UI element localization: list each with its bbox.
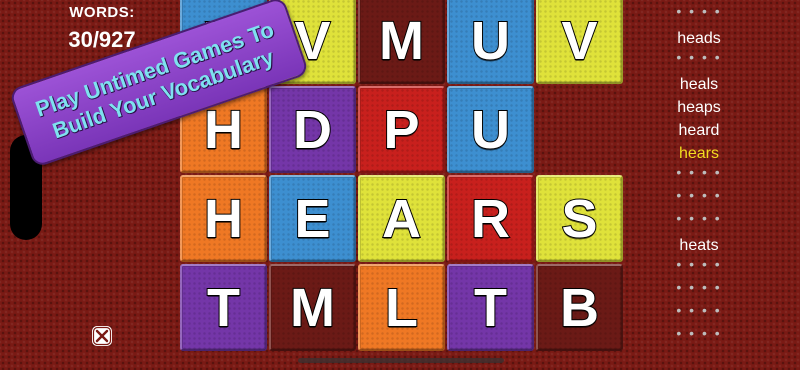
letter-tile[interactable]: H bbox=[180, 175, 267, 262]
letter-tile[interactable]: E bbox=[269, 175, 356, 262]
tile-letter: T bbox=[473, 277, 508, 339]
tile-letter: B bbox=[559, 277, 600, 339]
tile-letter: A bbox=[381, 188, 422, 250]
close-icon bbox=[92, 326, 112, 346]
tile-letter: D bbox=[292, 99, 333, 161]
tile-letter: M bbox=[289, 277, 336, 339]
hidden-word-slot: • • • • bbox=[676, 3, 722, 19]
letter-tile[interactable]: T bbox=[447, 264, 534, 351]
hidden-word-slot: • • • • bbox=[676, 325, 722, 341]
letter-tile[interactable]: T bbox=[180, 264, 267, 351]
home-indicator bbox=[298, 358, 504, 363]
hidden-word-slot: • • • • bbox=[676, 187, 722, 203]
found-word[interactable]: hears bbox=[640, 142, 758, 165]
tile-letter: L bbox=[384, 277, 419, 339]
tile-letter: H bbox=[203, 188, 244, 250]
tile-letter: S bbox=[560, 188, 598, 250]
tile-letter: P bbox=[382, 99, 420, 161]
found-word[interactable]: heard bbox=[640, 119, 758, 142]
letter-tile[interactable]: M bbox=[358, 0, 445, 84]
score-label: WORDS: bbox=[69, 4, 135, 21]
tile-letter: U bbox=[470, 99, 511, 161]
letter-tile[interactable]: V bbox=[536, 0, 623, 84]
hidden-word-slot: • • • • bbox=[676, 164, 722, 180]
hidden-word-slot: • • • • bbox=[676, 49, 722, 65]
word-list: • • • • heads • • • • heals heaps heard hears •… bbox=[640, 4, 758, 349]
letter-tile[interactable]: U bbox=[447, 0, 534, 84]
found-word[interactable]: heaps bbox=[640, 96, 758, 119]
tile-letter: R bbox=[470, 188, 511, 250]
letter-tile[interactable]: R bbox=[447, 175, 534, 262]
letter-tile[interactable]: M bbox=[269, 264, 356, 351]
tile-letter: V bbox=[560, 10, 598, 72]
letter-tile[interactable]: U bbox=[447, 86, 534, 173]
tile-letter: T bbox=[206, 277, 241, 339]
letter-tile[interactable]: L bbox=[358, 264, 445, 351]
found-word[interactable]: heads bbox=[640, 27, 758, 50]
tile-letter: U bbox=[470, 10, 511, 72]
letter-tile[interactable]: S bbox=[536, 175, 623, 262]
tile-letter: E bbox=[293, 188, 331, 250]
close-button[interactable] bbox=[91, 325, 113, 347]
letter-tile[interactable]: B bbox=[536, 264, 623, 351]
letter-tile[interactable]: D bbox=[269, 86, 356, 173]
found-word[interactable]: heats bbox=[640, 234, 758, 257]
hidden-word-slot: • • • • bbox=[676, 210, 722, 226]
tile-letter: M bbox=[378, 10, 425, 72]
hidden-word-slot: • • • • bbox=[676, 302, 722, 318]
found-word[interactable]: heals bbox=[640, 73, 758, 96]
hidden-word-slot: • • • • bbox=[676, 279, 722, 295]
letter-tile[interactable]: A bbox=[358, 175, 445, 262]
hidden-word-slot: • • • • bbox=[676, 256, 722, 272]
letter-tile[interactable]: P bbox=[358, 86, 445, 173]
